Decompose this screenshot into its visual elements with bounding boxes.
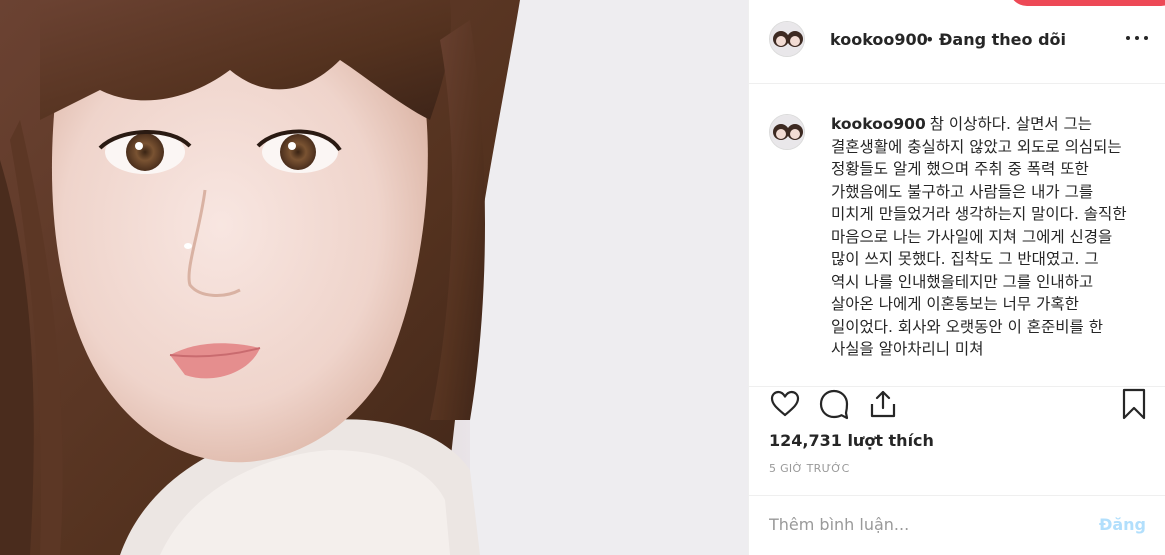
likes-count[interactable]: 124,731 lượt thích [769,431,934,450]
add-comment-section: Đăng [749,495,1165,555]
comment-button[interactable] [817,387,851,421]
caption-username[interactable]: kookoo900 [831,115,926,133]
action-bar: 124,731 lượt thích 5 GIỜ TRƯỚC [749,386,1165,506]
comment-input[interactable] [769,512,1069,536]
comment-icon [819,389,849,420]
follow-status-button[interactable]: Đang theo dõi [939,30,1066,49]
post-username[interactable]: kookoo900 [830,30,928,49]
caption-text: 참 이상하다. 살면서 그는 결혼생활에 충실하지 않았고 외도로 의심되는 정… [831,115,1127,358]
share-icon [870,390,896,418]
heart-icon [770,390,800,417]
separator-dot: • [925,30,935,49]
share-button[interactable] [866,387,900,421]
comments-area[interactable]: kookoo900 참 이상하다. 살면서 그는 결혼생활에 충실하지 않았고 외… [749,84,1165,386]
post-caption: kookoo900 참 이상하다. 살면서 그는 결혼생활에 충실하지 않았고 외… [831,113,1131,361]
post-sidebar: kookoo900 • Đang theo dõi kookoo900 참 이상하… [748,0,1165,555]
avatar[interactable] [769,114,805,150]
avatar-image [770,22,804,56]
like-button[interactable] [768,387,802,421]
save-button[interactable] [1117,387,1151,421]
avatar-image [770,115,804,149]
avatar[interactable] [769,21,805,57]
portrait-illustration [0,0,748,555]
bookmark-icon [1122,388,1146,420]
more-options-icon[interactable] [1126,34,1148,44]
post-header: kookoo900 • Đang theo dõi [749,0,1165,84]
post-comment-button[interactable]: Đăng [1099,515,1146,534]
post-photo[interactable] [0,0,748,555]
post-timestamp[interactable]: 5 GIỜ TRƯỚC [769,462,850,475]
